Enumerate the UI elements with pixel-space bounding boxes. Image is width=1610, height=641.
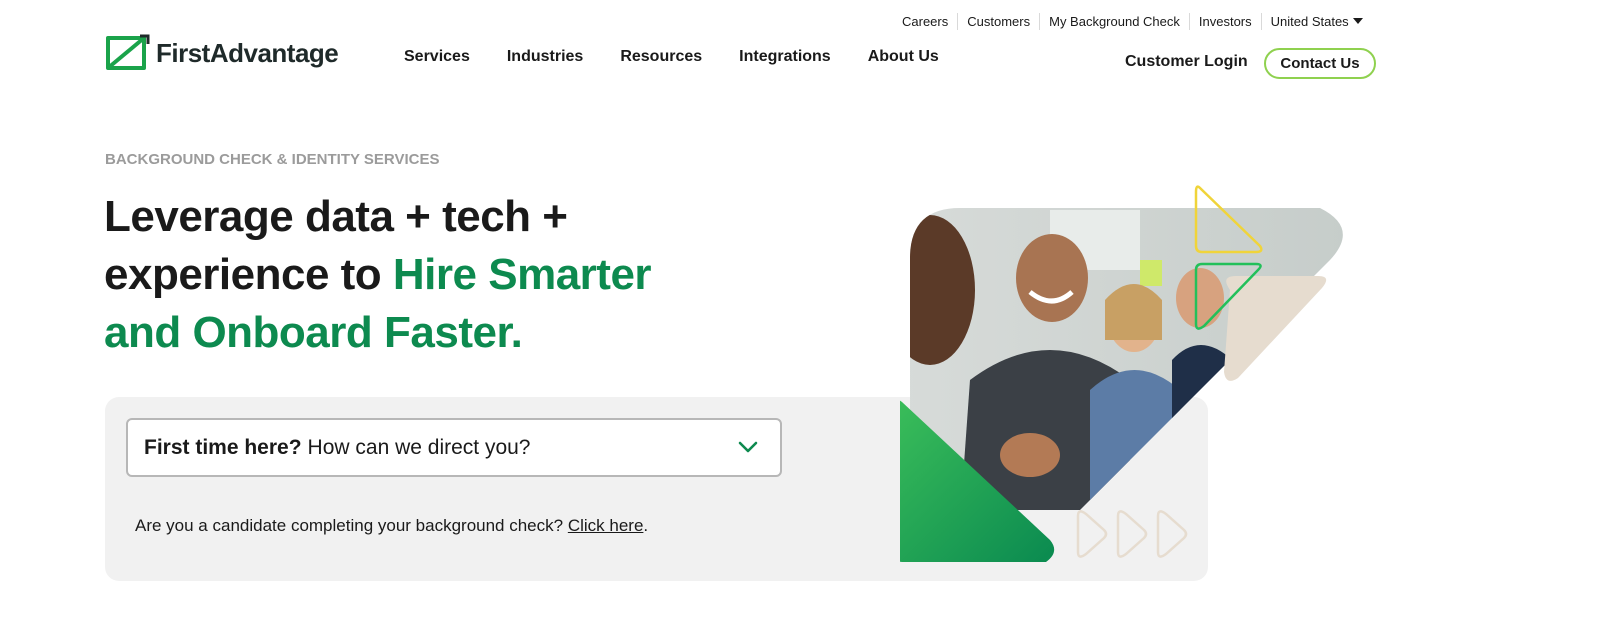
beige-triangle-shape: [1224, 276, 1327, 381]
region-selector[interactable]: United States: [1260, 13, 1372, 30]
arrow-outlines: [1076, 510, 1188, 558]
logo-wordmark: FirstAdvantage: [156, 37, 339, 68]
hero-eyebrow: BACKGROUND CHECK & IDENTITY SERVICES: [105, 151, 440, 168]
click-here-link[interactable]: Click here: [568, 516, 644, 535]
caret-down-icon: [1352, 18, 1363, 24]
main-nav: Services Industries Resources Integratio…: [404, 48, 976, 66]
candidate-prompt: Are you a candidate completing your back…: [135, 516, 648, 536]
nav-integrations[interactable]: Integrations: [739, 48, 831, 66]
logo[interactable]: FirstAdvantage: [104, 34, 339, 72]
direct-me-dropdown[interactable]: First time here? How can we direct you?: [126, 418, 782, 477]
nav-services[interactable]: Services: [404, 48, 470, 66]
util-link-careers[interactable]: Careers: [902, 13, 957, 30]
chevron-down-icon: [738, 441, 758, 453]
utility-nav: Careers Customers My Background Check In…: [902, 13, 1372, 30]
util-link-investors[interactable]: Investors: [1188, 13, 1261, 30]
region-label: United States: [1270, 14, 1349, 29]
nav-about-us[interactable]: About Us: [868, 48, 939, 66]
contact-us-button[interactable]: Contact Us: [1264, 48, 1376, 79]
nav-resources[interactable]: Resources: [620, 48, 702, 66]
dropdown-bold-label: First time here?: [144, 435, 302, 459]
logo-mark-icon: [106, 34, 150, 70]
util-link-my-background-check[interactable]: My Background Check: [1039, 13, 1189, 30]
candidate-suffix: .: [643, 516, 649, 535]
candidate-text: Are you a candidate completing your back…: [135, 516, 568, 535]
hero-image: [900, 185, 1343, 562]
hero-headline: Leverage data + tech + experience to Hir…: [104, 188, 724, 362]
util-link-customers[interactable]: Customers: [957, 13, 1039, 30]
nav-industries[interactable]: Industries: [507, 48, 583, 66]
dropdown-label: How can we direct you?: [307, 435, 531, 459]
customer-login-link[interactable]: Customer Login: [1125, 53, 1248, 71]
